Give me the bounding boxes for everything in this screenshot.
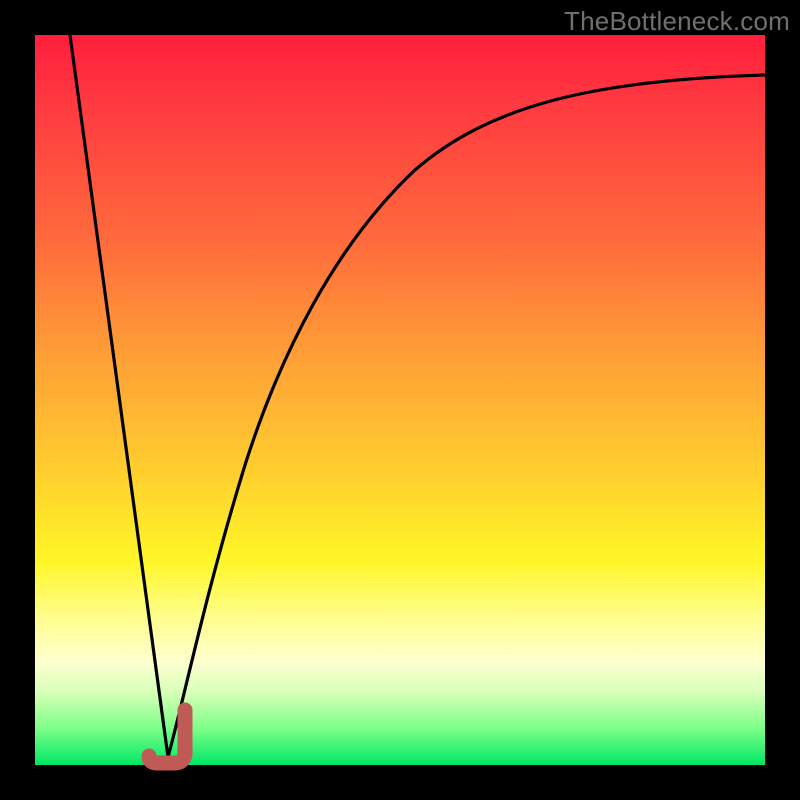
watermark-text: TheBottleneck.com <box>564 6 790 37</box>
outer-frame: TheBottleneck.com <box>0 0 800 800</box>
curve-layer <box>35 35 765 765</box>
marker-j-hook <box>149 755 185 763</box>
curve-left-descent <box>70 35 168 757</box>
curve-right-rise <box>168 75 765 757</box>
plot-area <box>35 35 765 765</box>
